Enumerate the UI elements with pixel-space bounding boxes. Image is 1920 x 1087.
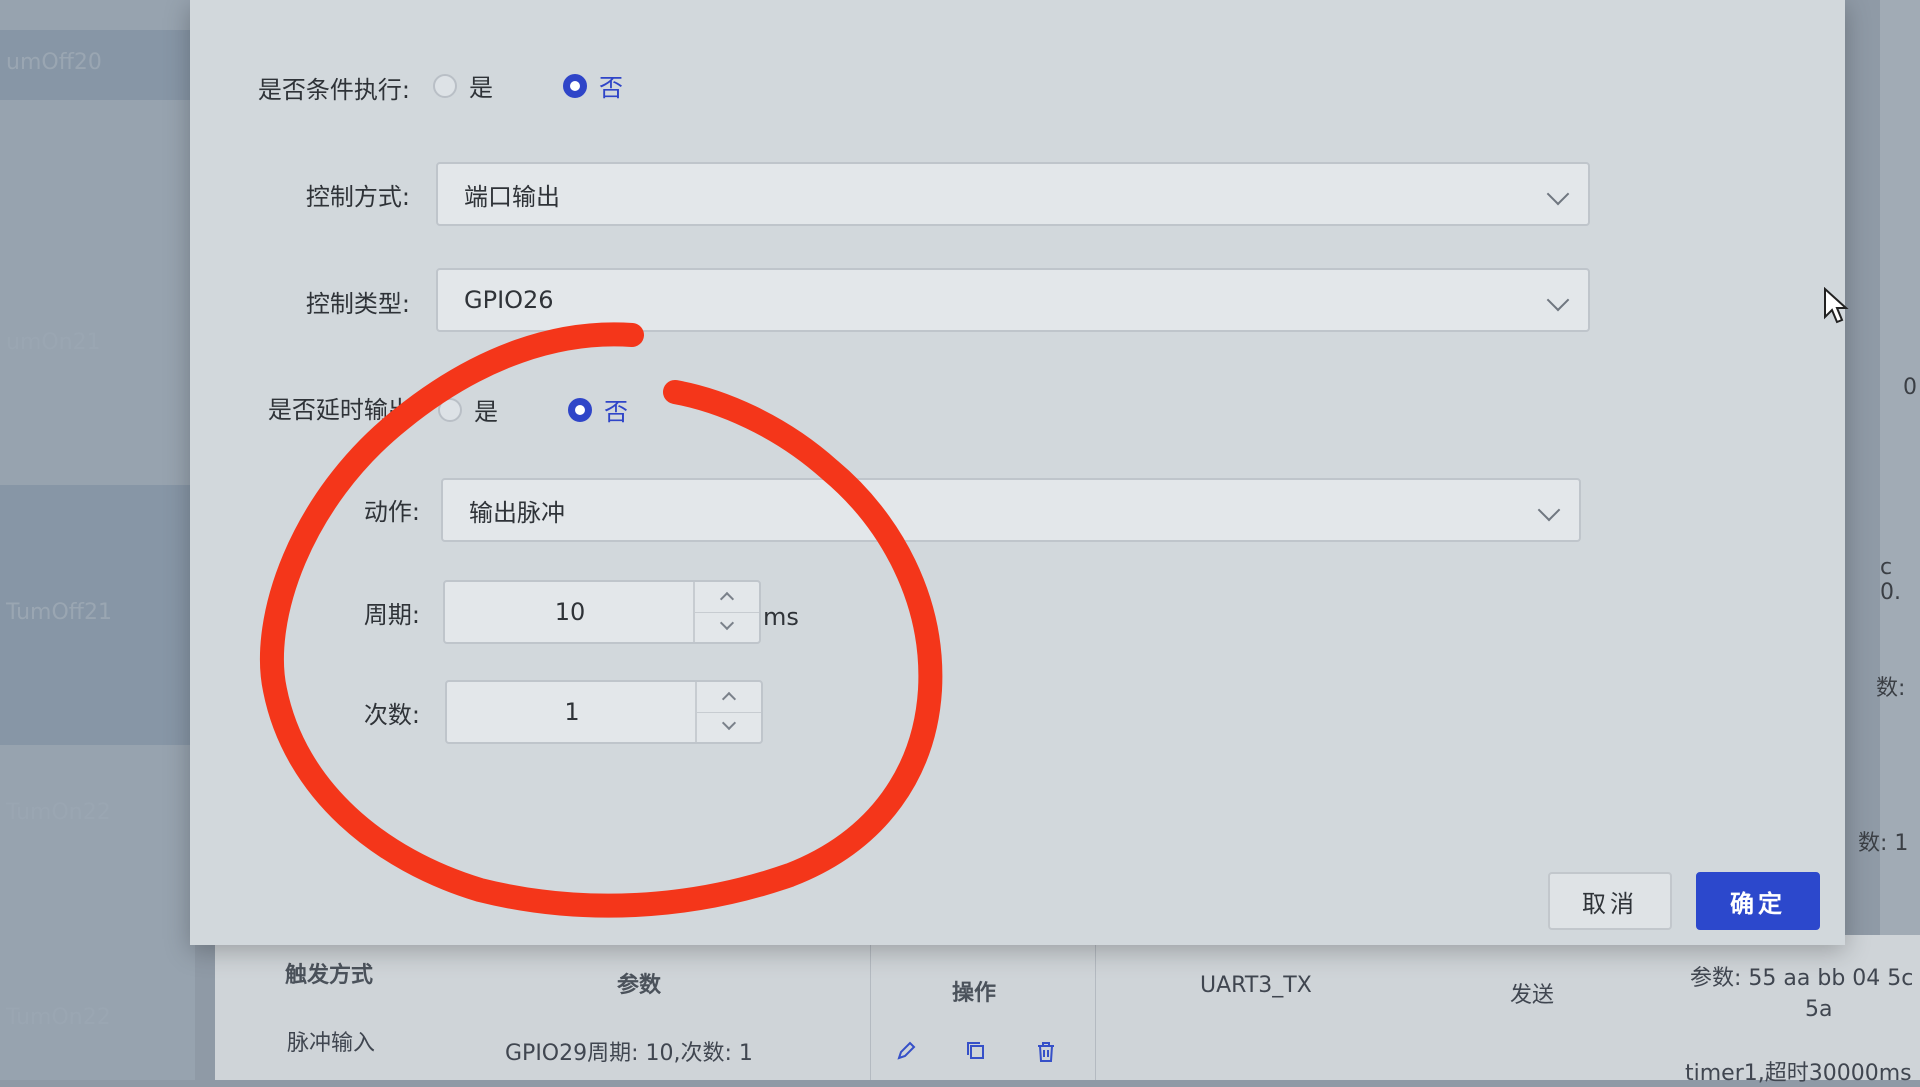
chevron-down-icon	[1546, 182, 1570, 206]
table-cell-detail-cont: 5a	[1805, 997, 1833, 1022]
background-table: 触发方式 参数 操作 脉冲输入 GPIO29周期: 10,次数: 1 UART3…	[215, 935, 1920, 1086]
increment-button[interactable]	[695, 582, 759, 613]
background-sidebar: umOff20 umOn21 TumOff21 TumOn22 TumOn22	[0, 0, 195, 1080]
radio-label: 否	[599, 74, 623, 102]
table-cell-params: GPIO29周期: 10,次数: 1	[505, 1041, 753, 1066]
table-cell-timer: timer1,超时30000ms	[1685, 1061, 1912, 1086]
conditional-yes-radio[interactable]: 是	[433, 68, 493, 103]
edit-icon[interactable]	[895, 1040, 917, 1062]
count-label: 次数:	[363, 701, 420, 729]
radio-circle[interactable]	[563, 73, 587, 98]
column-divider	[1095, 945, 1096, 1080]
control-mode-select[interactable]: 端口输出	[436, 162, 1590, 226]
decrement-button[interactable]	[695, 612, 759, 642]
action-label: 动作:	[363, 498, 420, 526]
action-select[interactable]: 输出脉冲	[441, 478, 1581, 542]
table-cell-action: 发送	[1510, 983, 1555, 1008]
delay-output-label: 是否延时输出:	[267, 396, 420, 424]
confirm-button[interactable]: 确定	[1696, 872, 1820, 930]
mouse-cursor-icon	[1824, 287, 1849, 324]
background-fragment: 数: 1	[1858, 831, 1909, 856]
radio-circle[interactable]	[438, 397, 462, 422]
count-input[interactable]: 1	[447, 682, 697, 742]
period-label: 周期:	[363, 601, 420, 629]
control-type-value: GPIO26	[464, 286, 554, 314]
conditional-no-radio[interactable]: 否	[563, 68, 623, 103]
stepper-controls	[695, 682, 761, 742]
delay-output-no-radio[interactable]: 否	[568, 392, 628, 427]
sidebar-item[interactable]: TumOn22	[0, 800, 196, 825]
count-stepper[interactable]: 1	[445, 680, 763, 744]
radio-label: 否	[604, 398, 628, 426]
increment-button[interactable]	[697, 682, 761, 713]
sidebar-item[interactable]: umOn21	[0, 330, 196, 355]
radio-label: 是	[469, 74, 493, 102]
chevron-down-icon	[1537, 498, 1561, 522]
column-divider	[870, 945, 871, 1080]
delete-icon[interactable]	[1035, 1041, 1057, 1063]
table-cell-detail: 参数: 55 aa bb 04 5c	[1690, 966, 1914, 991]
sidebar-item[interactable]: TumOn22	[0, 1005, 196, 1030]
decrement-button[interactable]	[697, 712, 761, 742]
radio-label: 是	[474, 398, 498, 426]
radio-circle[interactable]	[433, 73, 457, 98]
rule-edit-dialog: 是否条件执行: 是 否 控制方式: 端口输出 控制类型: GPIO26 是否延时…	[190, 0, 1845, 945]
period-input[interactable]: 10	[445, 582, 695, 642]
table-header-trigger: 触发方式	[285, 963, 374, 988]
control-type-select[interactable]: GPIO26	[436, 268, 1590, 332]
control-type-label: 控制类型:	[305, 290, 410, 318]
table-header-params: 参数	[617, 973, 662, 998]
period-unit: ms	[763, 603, 799, 631]
sidebar-item[interactable]: TumOff21	[0, 600, 196, 625]
chevron-down-icon	[1546, 288, 1570, 312]
background-fragment: c 0.	[1880, 555, 1901, 605]
stepper-controls	[693, 582, 759, 642]
table-header-actions: 操作	[952, 981, 997, 1006]
delay-output-yes-radio[interactable]: 是	[438, 392, 498, 427]
background-right-panel	[1880, 0, 1920, 1080]
background-fragment: 数:	[1876, 676, 1906, 701]
cancel-button[interactable]: 取消	[1548, 872, 1672, 930]
table-cell-trigger: 脉冲输入	[287, 1031, 376, 1056]
table-cell-target: UART3_TX	[1200, 973, 1312, 998]
radio-circle[interactable]	[568, 397, 592, 422]
copy-icon[interactable]	[965, 1040, 987, 1062]
background-fragment: 0	[1903, 375, 1917, 400]
period-stepper[interactable]: 10	[443, 580, 761, 644]
control-mode-label: 控制方式:	[305, 183, 410, 211]
conditional-label: 是否条件执行:	[257, 76, 410, 104]
action-value: 输出脉冲	[469, 498, 565, 527]
control-mode-value: 端口输出	[464, 182, 560, 211]
sidebar-item[interactable]: umOff20	[0, 50, 196, 75]
